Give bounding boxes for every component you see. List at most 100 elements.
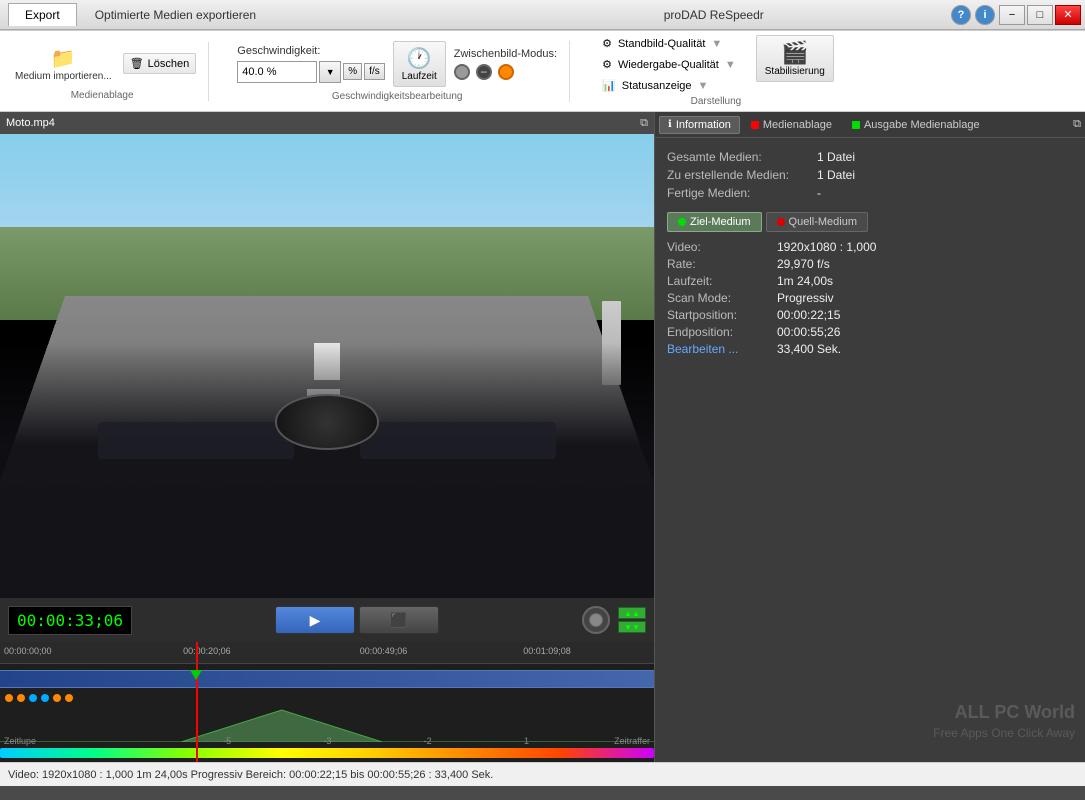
tab-export-media[interactable]: Optimierte Medien exportieren <box>79 4 272 26</box>
radio-group: − <box>454 64 557 80</box>
detail-key-5: Endposition: <box>667 325 777 339</box>
close-button[interactable]: ✕ <box>1055 5 1081 25</box>
wiedergabe-arrow: ▼ <box>725 59 736 71</box>
help-button[interactable]: ? <box>951 5 971 25</box>
wiedergabe-btn[interactable]: ⚙ Wiedergabe-Qualität ▼ <box>598 56 740 73</box>
speed-ticks: -5 -3 -2 1 <box>131 736 622 746</box>
main-area: Moto.mp4 ⧉ <box>0 112 1085 762</box>
group-label-geschwindigkeit: Geschwindigkeitsbearbeitung <box>237 91 557 102</box>
tab-information[interactable]: ℹ Information <box>659 116 740 134</box>
stabilize-label: Stabilisierung <box>765 66 825 77</box>
detail-key-6[interactable]: Bearbeiten ... <box>667 342 777 356</box>
zwischenbild-label: Zwischenbild-Modus: <box>454 48 557 60</box>
info-val-1: 1 Datei <box>817 168 855 182</box>
keyframe-dot[interactable] <box>17 694 25 702</box>
delete-icon: 🗑 <box>130 57 144 70</box>
group-label-medienablage: Medienablage <box>8 90 196 101</box>
detail-row-2: Laufzeit: 1m 24,00s <box>667 274 1073 288</box>
minimize-button[interactable]: − <box>999 5 1025 25</box>
video-titlebar: Moto.mp4 ⧉ <box>0 112 654 134</box>
panel-restore-icon[interactable]: ⧉ <box>1073 118 1081 131</box>
ziel-tab-label: Ziel-Medium <box>690 216 751 228</box>
detail-key-4: Startposition: <box>667 308 777 322</box>
nav-up-arrow[interactable]: ▲▲ <box>618 607 646 619</box>
statusanzeige-arrow: ▼ <box>698 80 709 92</box>
road-scene <box>0 134 654 598</box>
nav-down-arrow[interactable]: ▼▼ <box>618 621 646 633</box>
keyframe-dot[interactable] <box>5 694 13 702</box>
tick-3: -2 <box>424 736 432 746</box>
info-button[interactable]: i <box>975 5 995 25</box>
keyframe-dot[interactable] <box>41 694 49 702</box>
unit-fps-btn[interactable]: f/s <box>364 63 385 80</box>
delete-button[interactable]: 🗑 Löschen <box>123 53 197 74</box>
detail-val-6: 33,400 Sek. <box>777 342 841 356</box>
tab-export[interactable]: Export <box>8 3 77 26</box>
wiedergabe-icon: ⚙ <box>602 58 612 71</box>
standbild-btn[interactable]: ⚙ Standbild-Qualität ▼ <box>598 35 740 52</box>
tab-medienablage[interactable]: Medienablage <box>742 116 841 134</box>
radio-minus[interactable]: − <box>476 64 492 80</box>
speed-control: Geschwindigkeit: ▼ % f/s <box>237 45 384 83</box>
timeline-tracks[interactable]: Zeitlupe Zeitraffer -5 -3 -2 1 <box>0 664 654 762</box>
info-val-2: - <box>817 186 821 200</box>
detail-key-1: Rate: <box>667 257 777 271</box>
radio-orange[interactable] <box>498 64 514 80</box>
time-mark-2: 00:00:49;06 <box>360 646 408 656</box>
record-button[interactable] <box>582 606 610 634</box>
tab-information-label: Information <box>676 119 731 131</box>
video-panel: Moto.mp4 ⧉ <box>0 112 655 762</box>
speed-label: Geschwindigkeit: <box>237 45 384 57</box>
statusanzeige-btn[interactable]: 📊 Statusanzeige ▼ <box>598 77 740 94</box>
handlebar-right <box>360 422 556 459</box>
tick-4: 1 <box>524 736 529 746</box>
group-medienablage: 📁 Medium importieren... 🗑 Löschen Medien… <box>8 42 209 101</box>
speed-dropdown[interactable]: ▼ <box>319 61 341 83</box>
speed-input[interactable] <box>237 61 317 83</box>
import-button[interactable]: 📁 Medium importieren... <box>8 42 119 86</box>
unit-percent-btn[interactable]: % <box>343 63 362 80</box>
label-zeitlupe: Zeitlupe <box>4 736 36 746</box>
standbild-icon: ⚙ <box>602 37 612 50</box>
video-restore-icon[interactable]: ⧉ <box>640 117 648 130</box>
statusanzeige-icon: 📊 <box>602 79 616 92</box>
standbild-arrow: ▼ <box>711 38 722 50</box>
zwischenbild-group: Zwischenbild-Modus: − <box>454 48 557 80</box>
detail-val-1: 29,970 f/s <box>777 257 830 271</box>
quell-tab-label: Quell-Medium <box>789 216 857 228</box>
status-bar: Video: 1920x1080 : 1,000 1m 24,00s Progr… <box>0 762 1085 786</box>
detail-row-3: Scan Mode: Progressiv <box>667 291 1073 305</box>
video-filename: Moto.mp4 <box>6 117 55 129</box>
play-button[interactable]: ▶ <box>275 606 355 634</box>
keyframe-dot[interactable] <box>53 694 61 702</box>
nav-arrows: ▲▲ ▼▼ <box>618 607 646 633</box>
laufzeit-button[interactable]: 🕐 Laufzeit <box>393 41 446 87</box>
maximize-button[interactable]: □ <box>1027 5 1053 25</box>
info-panel: ℹ Information Medienablage Ausgabe Medie… <box>655 112 1085 762</box>
keyframe-dot[interactable] <box>29 694 37 702</box>
time-mark-3: 00:01:09;08 <box>523 646 571 656</box>
detail-key-3: Scan Mode: <box>667 291 777 305</box>
record-indicator <box>589 613 603 627</box>
keyframe-dot[interactable] <box>65 694 73 702</box>
laufzeit-icon: 🕐 <box>407 46 432 71</box>
stop-button[interactable]: ⬛ <box>359 606 439 634</box>
timeline-area[interactable]: 00:00:00;00 00:00:20;06 00:00:49;06 00:0… <box>0 642 654 762</box>
timecode-display: 00:00:33;06 <box>8 606 132 635</box>
group-geschwindigkeit: Geschwindigkeit: ▼ % f/s 🕐 Laufzeit Zwis… <box>225 41 570 102</box>
info-tab-icon: ℹ <box>668 119 672 130</box>
tab-ziel-medium[interactable]: Ziel-Medium <box>667 212 762 232</box>
timeline-clip[interactable] <box>0 670 654 688</box>
tab-quell-medium[interactable]: Quell-Medium <box>766 212 868 232</box>
ziel-tab-dot <box>678 218 686 226</box>
stabilisierung-button[interactable]: 🎬 Stabilisierung <box>756 35 834 82</box>
info-key-0: Gesamte Medien: <box>667 150 817 164</box>
playhead-triangle <box>190 670 202 680</box>
detail-row-4: Startposition: 00:00:22;15 <box>667 308 1073 322</box>
app-title: proDAD ReSpeedr <box>479 8 950 22</box>
status-text: Video: 1920x1080 : 1,000 1m 24,00s Progr… <box>8 769 493 781</box>
tab-ausgabe[interactable]: Ausgabe Medienablage <box>843 116 989 134</box>
timeline-ruler: 00:00:00;00 00:00:20;06 00:00:49;06 00:0… <box>0 642 654 664</box>
speedometer <box>275 394 380 450</box>
radio-gray[interactable] <box>454 64 470 80</box>
